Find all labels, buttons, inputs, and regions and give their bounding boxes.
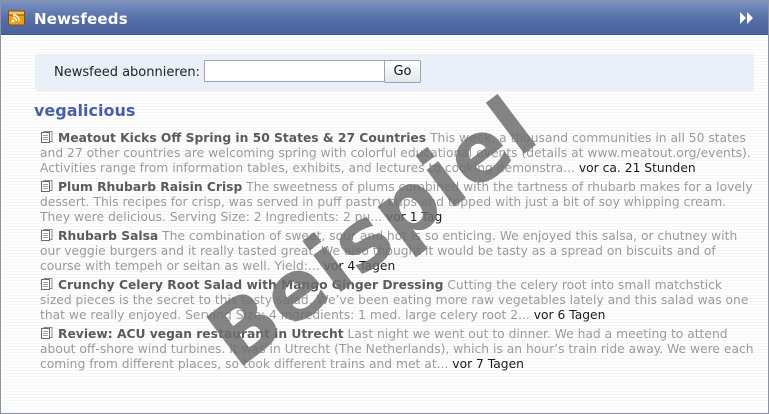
newsfeeds-window: Newsfeeds Newsfeed abonnieren: Go vegali…: [0, 0, 769, 414]
feed-url-input[interactable]: [204, 60, 386, 82]
double-chevron-right-icon[interactable]: [738, 10, 756, 26]
entry-age: vor 6 Tagen: [533, 308, 606, 322]
document-icon: [41, 131, 53, 143]
document-icon: [41, 327, 53, 339]
feed-entry: Crunchy Celery Root Salad with Mango Gin…: [40, 278, 755, 323]
entry-age: vor 1 Tag: [385, 210, 443, 224]
subscribe-panel: Newsfeed abonnieren: Go: [35, 54, 754, 91]
document-icon: [41, 278, 53, 290]
feed-entry: Review: ACU vegan restaurant in Utrecht …: [40, 327, 755, 372]
feed-entry: Rhubarb Salsa The combination of sweet, …: [40, 229, 755, 274]
window-body: Newsfeed abonnieren: Go vegalicious Meat…: [1, 35, 768, 413]
window-titlebar: Newsfeeds: [1, 1, 768, 35]
entry-age: vor 4 Tagen: [323, 259, 396, 273]
feed-box-icon: [8, 10, 25, 26]
feed-title-link[interactable]: vegalicious: [34, 101, 135, 120]
entry-title-link[interactable]: Rhubarb Salsa: [58, 229, 158, 243]
entry-title-link[interactable]: Plum Rhubarb Raisin Crisp: [58, 180, 242, 194]
document-icon: [41, 229, 53, 241]
subscribe-label: Newsfeed abonnieren:: [54, 65, 201, 80]
feed-entry: Plum Rhubarb Raisin Crisp The sweetness …: [40, 180, 755, 225]
feed-entry: Meatout Kicks Off Spring in 50 States & …: [40, 131, 755, 176]
window-title: Newsfeeds: [34, 10, 128, 28]
entry-title-link[interactable]: Crunchy Celery Root Salad with Mango Gin…: [58, 278, 443, 292]
entry-age: vor ca. 21 Stunden: [578, 161, 696, 175]
go-button[interactable]: Go: [384, 60, 421, 83]
entry-title-link[interactable]: Review: ACU vegan restaurant in Utrecht: [58, 327, 344, 341]
feed-entry-list: Meatout Kicks Off Spring in 50 States & …: [40, 131, 755, 376]
entry-title-link[interactable]: Meatout Kicks Off Spring in 50 States & …: [58, 131, 426, 145]
document-icon: [41, 180, 53, 192]
entry-age: vor 7 Tagen: [452, 357, 524, 371]
